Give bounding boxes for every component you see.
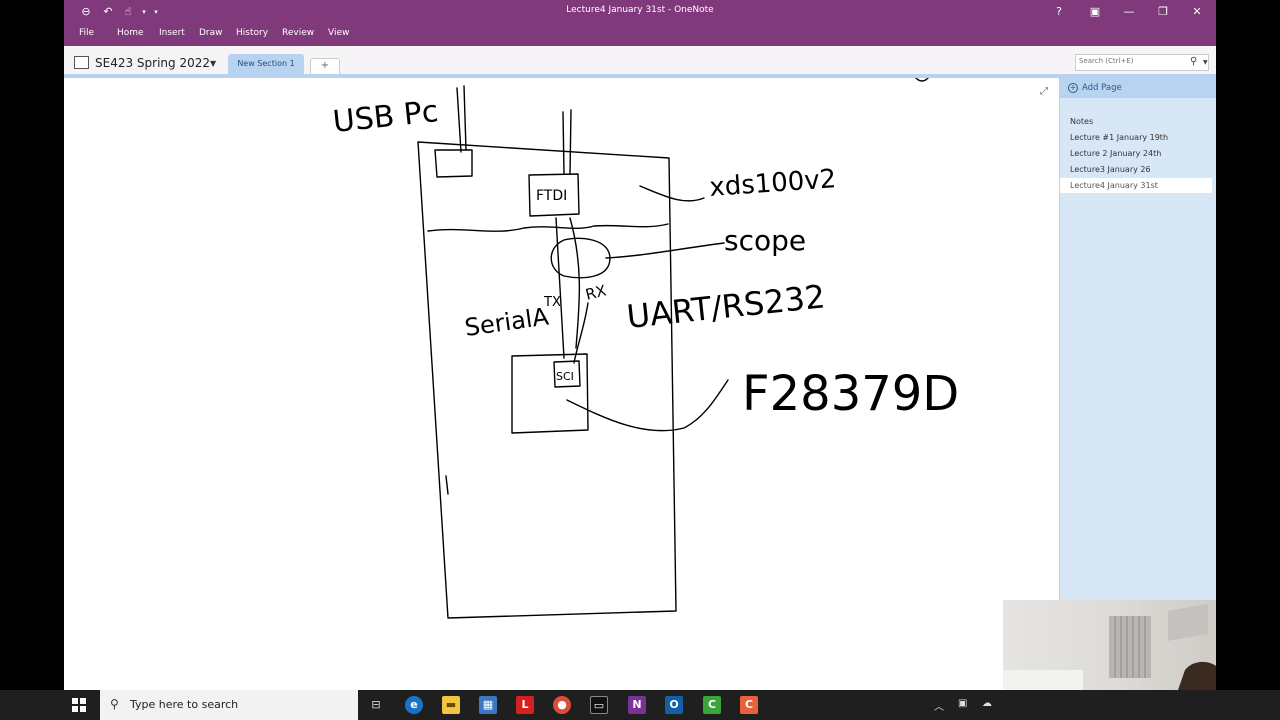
add-section-button[interactable]: +: [310, 58, 340, 74]
right-black-margin: [1216, 0, 1280, 690]
onedrive-icon[interactable]: ☁: [982, 698, 992, 709]
terminal-icon[interactable]: ▭: [590, 696, 608, 714]
store-icon[interactable]: ▦: [479, 696, 497, 714]
file-explorer-icon[interactable]: ▬: [442, 696, 460, 714]
tab-history[interactable]: History: [236, 28, 268, 38]
label-f28379d: F28379D: [742, 366, 959, 422]
task-view-icon[interactable]: ⊟: [367, 696, 385, 714]
usb-connector: [434, 149, 473, 178]
start-button[interactable]: [72, 698, 86, 712]
taskbar-search-text: Type here to search: [130, 698, 239, 711]
search-box[interactable]: ⚲ ▼: [1075, 54, 1209, 71]
search-icon[interactable]: ⚲: [1190, 56, 1197, 67]
label-usb-pc: USB Pc: [331, 94, 440, 140]
webcam-overlay: [1003, 600, 1216, 690]
outlook-icon[interactable]: O: [665, 696, 683, 714]
section-tab-new-section-1[interactable]: New Section 1: [228, 54, 304, 74]
sci-box: [511, 353, 589, 434]
scope-pointer-line: [605, 242, 725, 259]
notebook-icon[interactable]: [74, 56, 89, 69]
add-page-icon: +: [1068, 83, 1078, 93]
label-sci: SCI: [556, 370, 574, 383]
monitor: [1003, 670, 1083, 690]
expand-page-icon[interactable]: ⤢: [1040, 86, 1048, 97]
search-scope-caret-icon[interactable]: ▼: [1203, 59, 1208, 66]
top-right-mark: [915, 78, 929, 82]
page-canvas[interactable]: USB Pc FTDI xds100v2 scope TX RX SerialA…: [64, 78, 1059, 690]
label-serial-a: SerialA: [463, 302, 551, 342]
tab-insert[interactable]: Insert: [159, 28, 185, 38]
ftdi-cable: [562, 109, 572, 175]
tray-chevron-icon[interactable]: ︿: [934, 698, 944, 713]
xds-pointer-line: [639, 185, 705, 202]
add-page-button[interactable]: + Add Page: [1060, 78, 1216, 98]
tray-device-icon[interactable]: ▣: [958, 698, 967, 709]
label-ftdi: FTDI: [536, 188, 567, 204]
taskbar-search-box[interactable]: ⚲ Type here to search: [100, 690, 358, 720]
board-outline: [417, 141, 677, 619]
onenote-window: ⊖ ↶ ☝ ▾ ▾ Lecture4 January 31st - OneNot…: [64, 0, 1216, 690]
ribbon-display-icon[interactable]: ▣: [1080, 2, 1110, 22]
ink-drawing: USB Pc FTDI xds100v2 scope TX RX SerialA…: [331, 78, 959, 619]
camtasia-green-icon[interactable]: C: [703, 696, 721, 714]
page-item-lecture-4[interactable]: Lecture4 January 31st: [1060, 178, 1212, 193]
restore-icon[interactable]: ❐: [1148, 2, 1178, 22]
chrome-icon[interactable]: ●: [553, 696, 571, 714]
notebook-dropdown-icon[interactable]: ▼: [210, 59, 216, 68]
ribbon-tabs: File Home Insert Draw History Review Vie…: [64, 24, 1216, 46]
add-page-label: Add Page: [1082, 83, 1122, 93]
label-uart-rs232: UART/RS232: [625, 277, 827, 336]
search-icon: ⚲: [110, 697, 119, 711]
app-l-icon[interactable]: L: [516, 696, 534, 714]
page-item-lecture-3[interactable]: Lecture3 January 26: [1060, 162, 1212, 177]
tab-review[interactable]: Review: [282, 28, 314, 38]
usb-cable: [456, 85, 467, 153]
label-xds100v2: xds100v2: [708, 164, 837, 203]
title-bar: ⊖ ↶ ☝ ▾ ▾ Lecture4 January 31st - OneNot…: [64, 0, 1216, 24]
close-icon[interactable]: ✕: [1182, 2, 1212, 22]
help-button[interactable]: ?: [1044, 2, 1074, 22]
edge-icon[interactable]: e: [405, 696, 423, 714]
tab-file[interactable]: File: [79, 28, 94, 38]
page-item-lecture-1[interactable]: Lecture #1 January 19th: [1060, 130, 1212, 145]
left-black-margin: [0, 0, 64, 690]
minimize-icon[interactable]: —: [1114, 2, 1144, 22]
section-bar: SE423 Spring 2022 ▼ New Section 1 + ⚲ ▼: [64, 46, 1216, 74]
tab-home[interactable]: Home: [117, 28, 144, 38]
taskbar: ⚲ Type here to search ⊟ e ▬ ▦ L ● ▭ N O …: [0, 690, 1280, 720]
person-silhouette: [1178, 661, 1216, 690]
chip-pointer-line: [566, 379, 729, 432]
onenote-icon[interactable]: N: [628, 696, 646, 714]
tab-draw[interactable]: Draw: [199, 28, 223, 38]
board-divider: [427, 223, 669, 232]
page-pane: + Add Page Notes Lecture #1 January 19th …: [1059, 78, 1216, 690]
search-input[interactable]: [1079, 57, 1185, 65]
tab-view[interactable]: View: [328, 28, 349, 38]
page-item-notes[interactable]: Notes: [1060, 114, 1212, 129]
scope-probe-circle: [550, 237, 611, 279]
label-scope: scope: [724, 224, 806, 257]
board-tick-mark: [445, 475, 449, 495]
vent-right: [1168, 603, 1208, 641]
notebook-name[interactable]: SE423 Spring 2022: [95, 56, 210, 70]
page-item-lecture-2[interactable]: Lecture 2 January 24th: [1060, 146, 1212, 161]
camtasia-orange-icon[interactable]: C: [740, 696, 758, 714]
label-rx: RX: [584, 281, 608, 303]
